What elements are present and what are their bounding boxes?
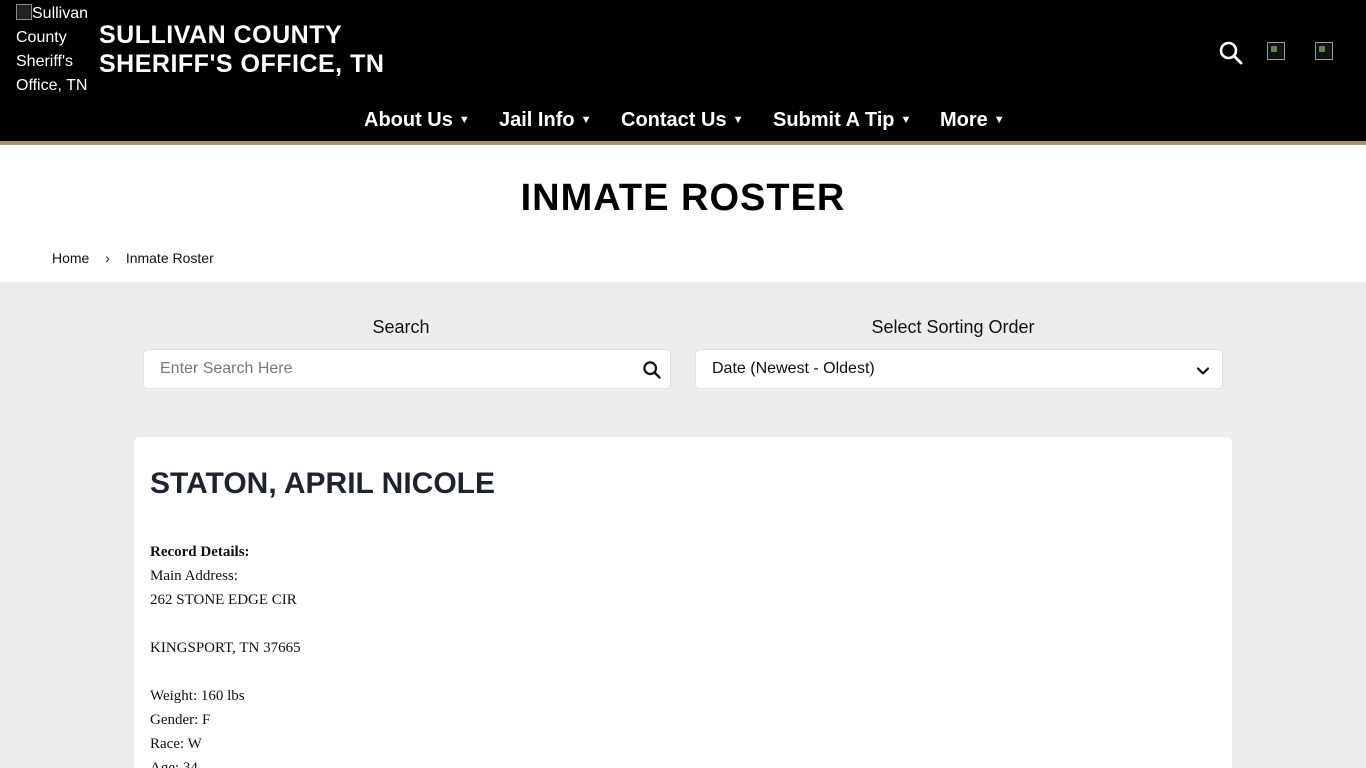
search-input[interactable] [160, 350, 630, 388]
nav-label: More [940, 109, 988, 131]
nav-item-jail-info[interactable]: Jail Info ▼ [499, 108, 591, 132]
site-title-line-2: SHERIFF'S OFFICE, TN [99, 50, 385, 78]
breadcrumb: Home › Inmate Roster [52, 249, 214, 266]
page-title: INMATE ROSTER [520, 177, 846, 219]
site-title[interactable]: SULLIVAN COUNTY SHERIFF'S OFFICE, TN [99, 21, 384, 79]
nav-item-about-us[interactable]: About Us ▼ [364, 108, 470, 132]
record-details: Record Details: Main Address: 262 STONE … [150, 540, 301, 768]
caret-down-icon: ▼ [993, 114, 1005, 126]
inmate-name[interactable]: STATON, APRIL NICOLE [150, 467, 495, 501]
nav-label: Contact Us [621, 109, 727, 131]
logo-alt-line-4: Office, TN [16, 77, 88, 94]
address-line-1: 262 STONE EDGE CIR [150, 592, 297, 608]
race-value: Race: W [150, 736, 202, 752]
title-band: INMATE ROSTER Home › Inmate Roster [0, 145, 1366, 282]
image-placeholder-icon[interactable] [1315, 42, 1333, 60]
site-title-line-1: SULLIVAN COUNTY [99, 21, 343, 49]
logo-alt-line-1: Sullivan [32, 5, 89, 22]
age-value: Age: 34 [150, 760, 198, 768]
search-icon[interactable] [1218, 40, 1244, 66]
nav-label: Jail Info [499, 109, 575, 131]
breadcrumb-current: Inmate Roster [125, 250, 214, 267]
nav-item-more[interactable]: More ▼ [940, 108, 1005, 132]
site-header: Sullivan County Sheriff's Office, TN SUL… [0, 0, 1366, 141]
logo-alt-line-2: County [16, 29, 67, 46]
image-placeholder-icon[interactable] [1267, 42, 1285, 60]
nav-item-contact-us[interactable]: Contact Us ▼ [621, 108, 743, 132]
gender-value: Gender: F [150, 712, 211, 728]
caret-down-icon: ▼ [458, 114, 470, 126]
main-nav: About Us ▼ Jail Info ▼ Contact Us ▼ Submit … [0, 101, 1366, 139]
chevron-down-icon [1196, 367, 1210, 375]
caret-down-icon: ▼ [732, 114, 744, 126]
address-line-2: KINGSPORT, TN 37665 [150, 640, 301, 656]
logo-alt-line-3: Sheriff's [16, 53, 74, 70]
address-label: Main Address: [150, 568, 238, 584]
nav-item-submit-a-tip[interactable]: Submit A Tip ▼ [773, 108, 911, 132]
broken-image-icon [16, 4, 32, 20]
record-details-heading: Record Details: [150, 544, 250, 560]
caret-down-icon: ▼ [900, 114, 912, 126]
nav-label: Submit A Tip [773, 109, 895, 131]
inmate-record-card: STATON, APRIL NICOLE Record Details: Mai… [134, 437, 1232, 768]
search-field [143, 349, 671, 389]
search-icon[interactable] [642, 360, 662, 380]
caret-down-icon: ▼ [580, 114, 592, 126]
chevron-right-icon: › [105, 250, 110, 267]
sort-label: Select Sorting Order [871, 317, 1035, 337]
sort-order-select[interactable]: Date (Newest - Oldest) [695, 349, 1223, 389]
weight-value: Weight: 160 lbs [150, 688, 245, 704]
sort-order-value: Date (Newest - Oldest) [712, 360, 875, 377]
site-logo[interactable]: Sullivan County Sheriff's Office, TN [16, 2, 94, 98]
breadcrumb-home-link[interactable]: Home [52, 250, 89, 266]
nav-label: About Us [364, 109, 453, 131]
search-label: Search [372, 317, 430, 337]
